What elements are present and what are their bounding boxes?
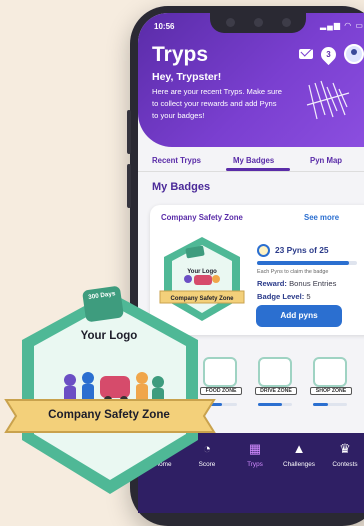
badge-logo: Your Logo xyxy=(80,330,138,342)
avatar[interactable] xyxy=(344,44,364,64)
phone-side-button xyxy=(127,110,131,154)
days-badge: 300 Days xyxy=(81,285,125,323)
see-more-link[interactable]: See more xyxy=(304,213,339,222)
tab-active-indicator xyxy=(226,168,290,171)
zone-progress-fill xyxy=(313,403,329,406)
reward-value: Bonus Entries xyxy=(289,279,337,288)
mail-icon[interactable] xyxy=(299,49,313,59)
pyn-progress-fill xyxy=(257,261,349,265)
camera-icon xyxy=(226,18,235,27)
badge-thumb-logo: Your Logo xyxy=(187,269,217,275)
pyn-icon xyxy=(257,244,270,257)
zone-label: DRIVE ZONE xyxy=(255,387,297,395)
add-pyns-button[interactable]: Add pyns xyxy=(256,305,342,327)
app-header: 10:56 ▂▄▆ ◠ ▭ Tryps 3 Hey, Trypster! Her… xyxy=(138,13,364,147)
zone-progress-bar xyxy=(313,403,347,406)
claim-note: Each Pyns to claim the badge xyxy=(257,269,329,275)
nav-label: Tryps xyxy=(247,461,263,468)
section-title: My Badges xyxy=(152,181,211,193)
nav-label: Contests xyxy=(332,461,358,468)
zone-badge-drive[interactable]: DRIVE ZONE xyxy=(255,357,297,406)
header-actions: 3 xyxy=(299,43,364,65)
camera-icon xyxy=(254,18,263,27)
notch xyxy=(210,13,306,33)
car-icon xyxy=(258,357,292,387)
pyn-progress-bar xyxy=(257,261,357,265)
shop-icon xyxy=(313,357,347,387)
pyn-count: 23 Pyns of 25 xyxy=(275,245,329,255)
zone-progress-bar xyxy=(258,403,292,406)
notification-count: 3 xyxy=(326,49,331,59)
greeting: Hey, Trypster! xyxy=(152,71,222,83)
notification-pin-icon[interactable]: 3 xyxy=(317,43,340,65)
reward-line: Reward: Bonus Entries xyxy=(257,279,336,288)
intro-text: Here are your recent Tryps. Make sure to… xyxy=(152,87,282,120)
zone-badge-shop[interactable]: SHOP ZONE xyxy=(310,357,352,406)
level-value: 5 xyxy=(306,292,311,301)
reward-label: Reward: xyxy=(257,279,287,288)
badge-card-title: Company Safety Zone xyxy=(161,213,243,222)
level-label: Badge Level: xyxy=(257,292,305,301)
phone-side-button xyxy=(127,164,131,208)
badge-ribbon-text: Company Safety Zone xyxy=(48,408,170,421)
nav-challenges[interactable]: ▲ Challenges xyxy=(278,441,320,468)
zone-label: SHOP ZONE xyxy=(310,387,352,395)
nav-tryps[interactable]: ▦ Tryps xyxy=(234,441,276,468)
level-line: Badge Level: 5 xyxy=(257,292,311,301)
app-title: Tryps xyxy=(152,43,209,66)
zone-progress-fill xyxy=(258,403,282,406)
tab-my-badges[interactable]: My Badges xyxy=(233,156,274,165)
map-icon: ▦ xyxy=(248,441,262,456)
status-time: 10:56 xyxy=(154,22,175,31)
tab-pyn-map[interactable]: Pyn Map xyxy=(310,156,342,165)
tab-recent-tryps[interactable]: Recent Tryps xyxy=(152,156,201,165)
trophy-icon: ♛ xyxy=(339,441,351,456)
nav-contests[interactable]: ♛ Contests xyxy=(324,441,364,468)
camera-icon xyxy=(282,18,291,27)
scribble-icon xyxy=(306,80,350,120)
mountain-icon: ▲ xyxy=(292,441,306,456)
nav-label: Challenges xyxy=(283,461,315,468)
status-icons: ▂▄▆ ◠ ▭ xyxy=(320,21,364,30)
